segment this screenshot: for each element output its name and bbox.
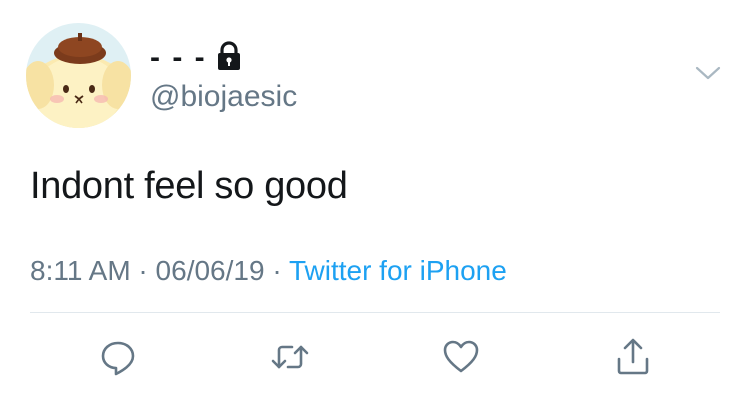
retweet-icon xyxy=(271,345,309,369)
chevron-down-icon[interactable] xyxy=(694,63,722,83)
avatar[interactable] xyxy=(26,23,131,128)
reply-icon xyxy=(101,341,135,376)
like-button[interactable] xyxy=(441,337,481,377)
meta-separator: · xyxy=(130,255,156,286)
reply-button[interactable] xyxy=(98,337,138,377)
pompompurin-avatar-icon xyxy=(26,23,131,128)
share-icon xyxy=(617,338,649,375)
user-handle[interactable]: @biojaesic xyxy=(150,77,297,117)
tweet-metadata: 8:11 AM · 06/06/19 · Twitter for iPhone xyxy=(30,253,507,289)
share-button[interactable] xyxy=(613,337,653,377)
tweet-source-link[interactable]: Twitter for iPhone xyxy=(289,255,507,286)
lock-icon xyxy=(218,41,240,70)
heart-icon xyxy=(443,340,479,373)
tweet-time[interactable]: 8:11 AM xyxy=(30,255,131,286)
tweet-text: Indont feel so good xyxy=(30,165,348,207)
tweet-date[interactable]: 06/06/19 xyxy=(156,255,265,286)
divider xyxy=(30,312,720,313)
display-name[interactable]: - - - xyxy=(150,38,207,78)
meta-separator: · xyxy=(264,255,289,286)
retweet-button[interactable] xyxy=(270,337,310,377)
